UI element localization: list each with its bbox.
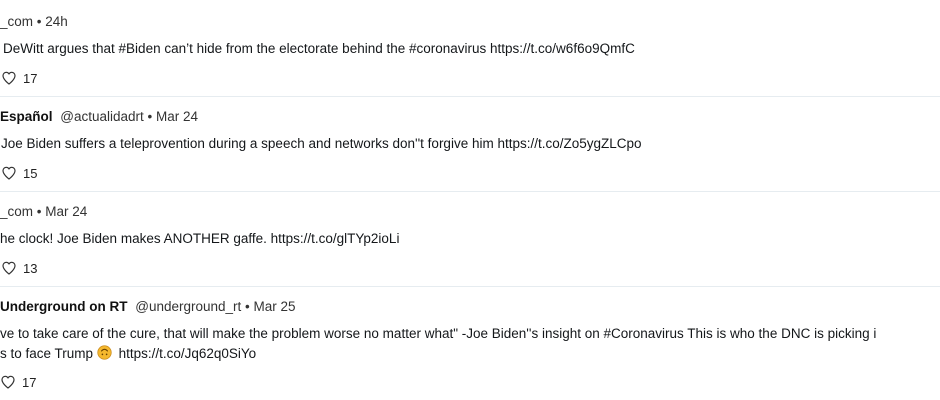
- tweet-text: ve to take care of the cure, that will m…: [0, 324, 940, 364]
- meta-separator: •: [147, 109, 153, 124]
- tweet-time[interactable]: Mar 24: [45, 204, 87, 219]
- like-count: 15: [23, 165, 38, 181]
- tweet-meta: _com • Mar 24: [0, 203, 940, 221]
- tweet-text: DeWitt argues that #Biden can’t hide fro…: [3, 41, 635, 56]
- meta-separator: •: [36, 14, 42, 29]
- tweet-item[interactable]: Underground on RT @underground_rt • Mar …: [0, 298, 940, 391]
- like-button[interactable]: 17: [0, 69, 940, 87]
- tweet-handle[interactable]: _com: [0, 204, 33, 219]
- heart-outline-icon: [2, 71, 16, 85]
- tweet-author[interactable]: Español: [0, 109, 53, 124]
- like-button[interactable]: 13: [0, 259, 940, 277]
- tweet-author[interactable]: Underground on RT: [0, 299, 127, 314]
- tweet-feed: _com • 24h DeWitt argues that #Biden can…: [0, 0, 940, 400]
- tweet-meta: Español @actualidadrt • Mar 24: [0, 108, 940, 126]
- tweet-item[interactable]: _com • Mar 24 he clock! Joe Biden makes …: [0, 203, 940, 277]
- tweet-text: Joe Biden suffers a teleprovention durin…: [1, 136, 642, 151]
- like-count: 17: [22, 374, 37, 390]
- tweet-link[interactable]: https://t.co/Jq62q0SiYo: [119, 346, 257, 361]
- tweet-item[interactable]: _com • 24h DeWitt argues that #Biden can…: [0, 13, 940, 87]
- heart-outline-icon: [2, 166, 16, 180]
- tweet-meta: _com • 24h: [0, 13, 940, 31]
- heart-outline-icon: [1, 375, 15, 389]
- like-count: 17: [23, 70, 38, 86]
- tweet-handle[interactable]: @underground_rt: [135, 299, 241, 314]
- divider: [0, 191, 940, 192]
- tweet-text-segment: s to face Trump: [0, 346, 94, 361]
- tweet-text-line: s to face Trump https://t.co/Jq62q0SiYo: [0, 344, 940, 364]
- meta-separator: •: [36, 204, 42, 219]
- like-count: 13: [23, 260, 38, 276]
- tweet-time[interactable]: Mar 25: [254, 299, 296, 314]
- divider: [0, 286, 940, 287]
- tweet-handle[interactable]: @actualidadrt: [60, 109, 144, 124]
- upside-down-face-emoji-icon: [97, 345, 112, 360]
- tweet-text: he clock! Joe Biden makes ANOTHER gaffe.…: [0, 231, 400, 246]
- tweet-item[interactable]: Español @actualidadrt • Mar 24 Joe Biden…: [0, 108, 940, 182]
- like-button[interactable]: 17: [0, 373, 940, 391]
- tweet-handle[interactable]: _com: [0, 14, 33, 29]
- divider: [0, 96, 940, 97]
- tweet-text-line: ve to take care of the cure, that will m…: [0, 326, 877, 341]
- tweet-time[interactable]: 24h: [45, 14, 68, 29]
- meta-separator: •: [245, 299, 250, 314]
- heart-outline-icon: [2, 261, 16, 275]
- tweet-meta: Underground on RT @underground_rt • Mar …: [0, 298, 940, 316]
- tweet-time[interactable]: Mar 24: [156, 109, 198, 124]
- like-button[interactable]: 15: [0, 164, 940, 182]
